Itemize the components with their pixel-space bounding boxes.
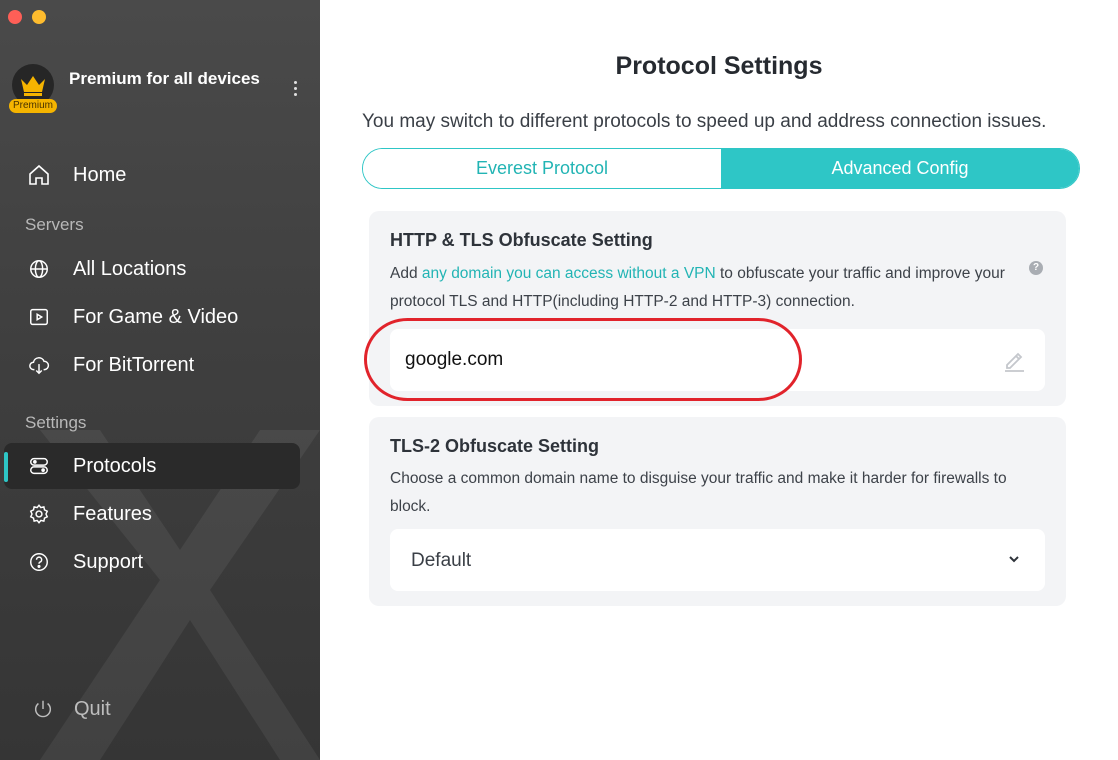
selected-domain: Default	[411, 550, 472, 571]
tls2-description: Choose a common domain name to disguise …	[390, 470, 1007, 515]
quit-label: Quit	[74, 697, 111, 720]
sidebar-item-home[interactable]: Home	[4, 152, 300, 198]
http-tls-title: HTTP & TLS Obfuscate Setting	[390, 230, 653, 250]
power-icon	[30, 696, 56, 722]
question-icon	[26, 549, 52, 575]
cloud-download-icon	[26, 352, 52, 378]
tls2-title: TLS-2 Obfuscate Setting	[390, 436, 600, 456]
sidebar-item-game-video[interactable]: For Game & Video	[4, 294, 300, 340]
sidebar-item-protocols[interactable]: Protocols	[4, 443, 300, 489]
gear-icon	[26, 501, 52, 527]
settings-section-label: Settings	[25, 413, 87, 432]
sidebar-item-bittorrent[interactable]: For BitTorrent	[4, 342, 300, 388]
close-window-button[interactable]	[8, 10, 22, 24]
sidebar-item-label: Features	[73, 502, 152, 525]
sidebar-item-label: Support	[73, 550, 144, 573]
globe-icon	[26, 256, 52, 282]
protocols-icon	[26, 453, 52, 479]
sidebar-item-label: For Game & Video	[73, 305, 239, 328]
sidebar-item-label: All Locations	[73, 257, 187, 280]
quit-button[interactable]: Quit	[4, 696, 111, 722]
tls2-card: TLS-2 Obfuscate Setting Choose a common …	[369, 417, 1066, 606]
description-text: Add	[390, 265, 422, 282]
help-icon[interactable]: ?	[1029, 261, 1043, 275]
sidebar-item-features[interactable]: Features	[4, 491, 300, 537]
page-subtitle: You may switch to different protocols to…	[362, 111, 1047, 132]
minimize-window-button[interactable]	[32, 10, 46, 24]
window-controls	[8, 10, 46, 24]
premium-badge: Premium	[9, 99, 57, 113]
sidebar-item-all-locations[interactable]: All Locations	[4, 246, 300, 292]
account-header: Premium Premium for all devices	[9, 62, 312, 114]
tab-everest-protocol[interactable]: Everest Protocol	[363, 149, 721, 188]
more-options-icon[interactable]	[290, 78, 300, 100]
sidebar-item-support[interactable]: Support	[4, 539, 300, 585]
edit-pencil-icon[interactable]	[1001, 347, 1027, 373]
tab-advanced-config[interactable]: Advanced Config	[721, 149, 1079, 188]
sidebar-item-label: For BitTorrent	[73, 353, 195, 376]
play-icon	[26, 304, 52, 330]
sidebar-item-label: Protocols	[73, 454, 157, 477]
chevron-down-icon	[1009, 556, 1019, 563]
highlight-annotation	[364, 318, 802, 401]
account-name: Premium for all devices	[69, 69, 260, 88]
sidebar: Premium Premium for all devices Home Ser…	[0, 0, 320, 760]
page-title: Protocol Settings	[615, 52, 823, 80]
sidebar-item-label: Home	[73, 163, 127, 186]
home-icon	[26, 162, 52, 188]
active-indicator	[4, 452, 8, 482]
servers-section-label: Servers	[25, 215, 84, 234]
http-tls-description: Add any domain you can access without a …	[390, 260, 1010, 316]
domain-help-link[interactable]: any domain you can access without a VPN	[422, 265, 716, 282]
tls2-domain-select[interactable]: Default	[390, 529, 1045, 591]
protocol-tabs: Everest Protocol Advanced Config	[362, 148, 1080, 189]
